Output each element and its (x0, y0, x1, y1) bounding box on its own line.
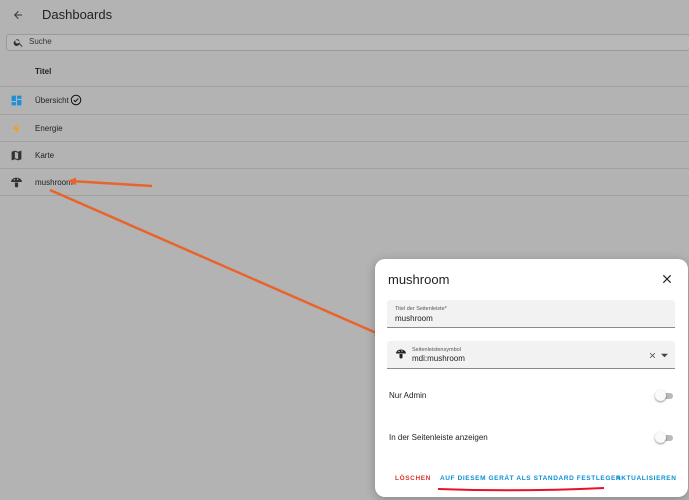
toggle-knob (655, 390, 666, 401)
map-icon (11, 150, 22, 161)
sidebar-icon-field[interactable]: Seitenleistensymbol mdi:mushroom (387, 341, 675, 369)
column-header-title[interactable]: Titel (35, 67, 51, 76)
back-button[interactable] (10, 7, 26, 23)
dropdown-arrow-icon[interactable] (661, 353, 668, 358)
table-row-energie[interactable]: Energie (0, 114, 689, 142)
lightning-bolt-icon (12, 123, 20, 134)
mushroom-icon (396, 349, 406, 359)
row-label: Übersicht (35, 96, 69, 105)
sidebar-title-label: Titel der Seitenleiste* (395, 306, 447, 312)
admin-only-toggle[interactable] (655, 390, 675, 402)
sidebar-icon-label: Seitenleistensymbol (412, 347, 461, 353)
table-row-uebersicht[interactable]: Übersicht (0, 86, 689, 114)
mushroom-icon (11, 177, 22, 188)
table-row-karte[interactable]: Karte (0, 141, 689, 169)
admin-only-row: Nur Admin (389, 388, 679, 404)
delete-button[interactable]: LÖSCHEN (395, 475, 431, 482)
search-icon (13, 39, 23, 47)
table-row-mushroom[interactable]: mushroom (0, 168, 689, 196)
close-icon[interactable] (660, 272, 674, 286)
set-default-button[interactable]: AUF DIESEM GERÄT ALS STANDARD FESTLEGEN (440, 475, 621, 482)
sidebar-title-field[interactable]: Titel der Seitenleiste* mushroom (387, 300, 675, 328)
arrow-left-icon (14, 11, 22, 19)
show-in-sidebar-row: In der Seitenleiste anzeigen (389, 430, 679, 446)
sidebar-icon-value: mdi:mushroom (412, 354, 465, 363)
sidebar-title-value: mushroom (395, 314, 433, 323)
dialog-actions: LÖSCHEN AUF DIESEM GERÄT ALS STANDARD FE… (375, 473, 688, 487)
clear-icon[interactable] (648, 351, 657, 360)
dashboard-edit-dialog: mushroom Titel der Seitenleiste* mushroo… (375, 259, 688, 497)
admin-only-label: Nur Admin (389, 391, 427, 400)
view-dashboard-icon (11, 95, 22, 106)
search-input[interactable]: Suche (6, 34, 689, 51)
search-placeholder: Suche (29, 37, 52, 46)
top-app-bar: Dashboards (0, 0, 689, 30)
row-label: Energie (35, 124, 63, 133)
page-title: Dashboards (42, 7, 113, 22)
toggle-knob (655, 432, 666, 443)
row-label: Karte (35, 151, 55, 160)
show-in-sidebar-toggle[interactable] (655, 432, 675, 444)
dialog-title: mushroom (388, 272, 450, 287)
check-circle-outline-icon (70, 94, 82, 106)
show-in-sidebar-label: In der Seitenleiste anzeigen (389, 433, 488, 442)
update-button[interactable]: AKTUALISIEREN (616, 475, 677, 482)
row-label: mushroom (35, 178, 73, 187)
